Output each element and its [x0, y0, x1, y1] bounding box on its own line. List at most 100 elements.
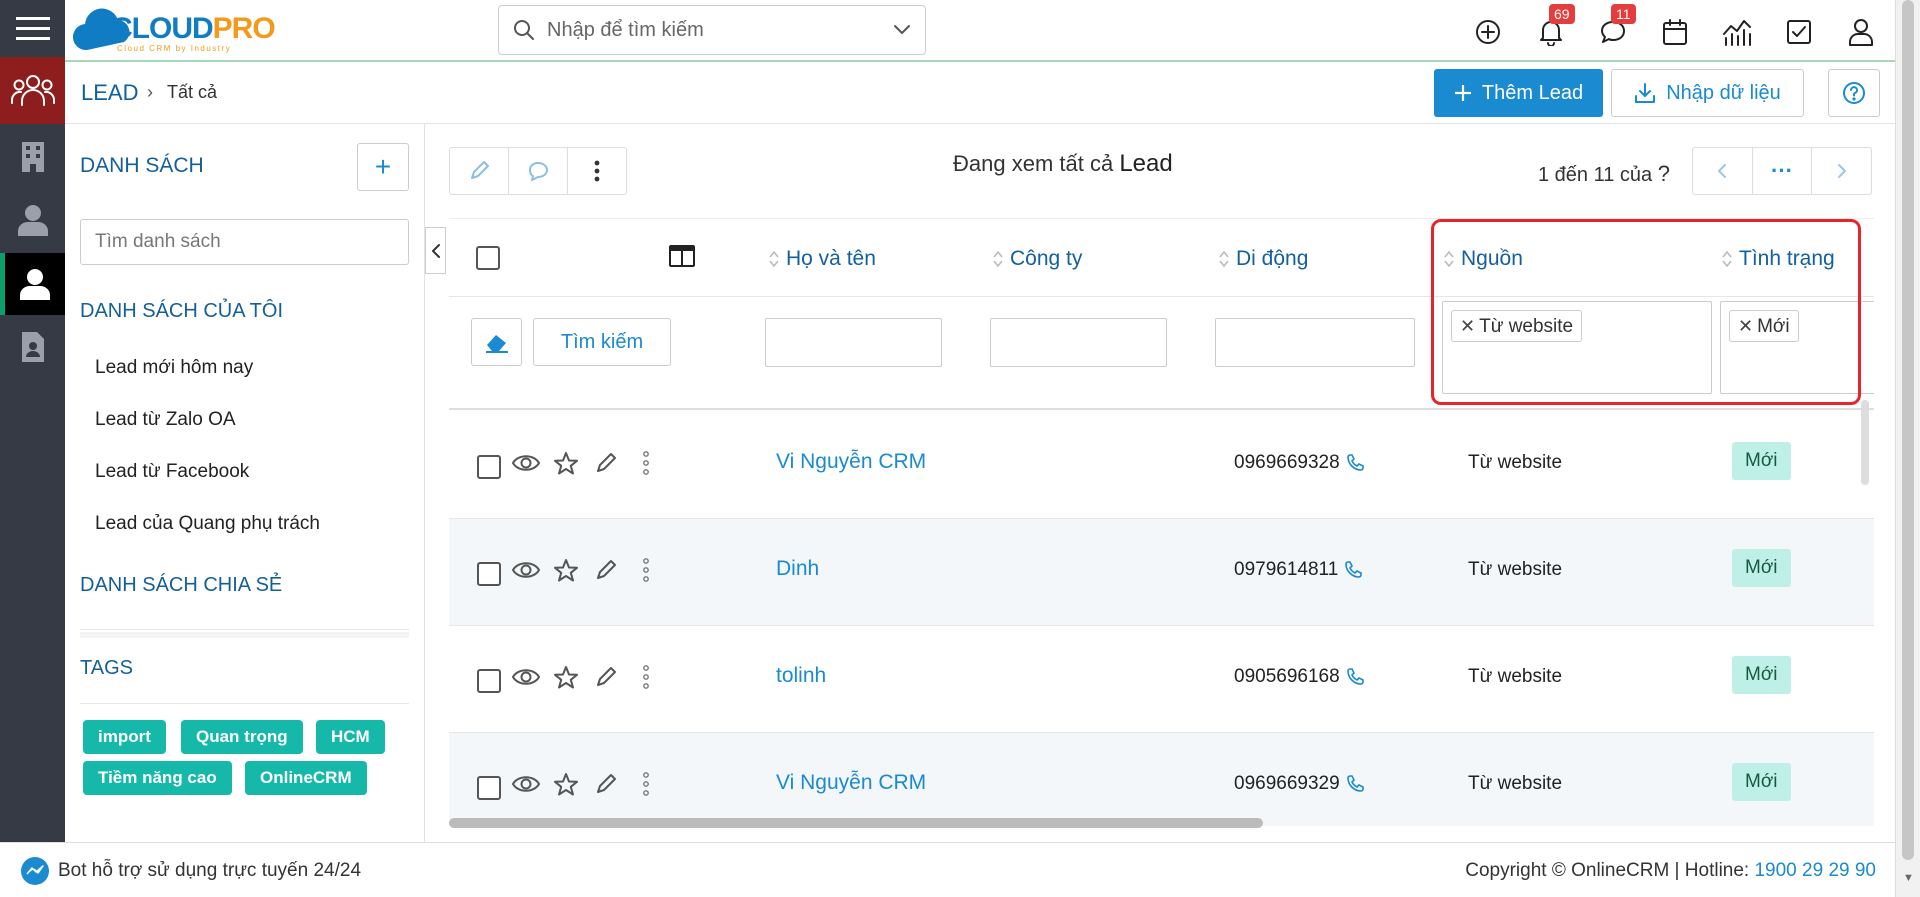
notifications-bell-icon[interactable]: 69	[1531, 4, 1575, 52]
top-bar: CLOUDPRO Cloud CRM by Industry Nhập để t…	[65, 0, 1895, 62]
list-sidebar: DANH SÁCH + DANH SÁCH CỦA TÔI Lead mới h…	[65, 124, 425, 842]
row-menu-icon[interactable]	[643, 772, 649, 796]
row-checkbox[interactable]	[477, 455, 501, 479]
chevron-left-icon	[1718, 164, 1727, 178]
shared-lists-scroll-area[interactable]	[80, 632, 409, 638]
cloudpro-logo[interactable]: CLOUDPRO Cloud CRM by Industry	[73, 6, 313, 53]
tag-pill[interactable]: Quan trọng	[181, 720, 303, 754]
total-count-button[interactable]: ?	[1658, 161, 1670, 186]
edit-pencil-icon[interactable]	[594, 665, 618, 689]
filter-mobile-input[interactable]	[1215, 318, 1415, 367]
user-profile-icon[interactable]	[1841, 12, 1881, 52]
contact-card-icon[interactable]	[0, 322, 65, 372]
status-badge: Mới	[1732, 763, 1791, 801]
leads-module-icon[interactable]	[0, 57, 65, 124]
mass-edit-button[interactable]	[450, 148, 509, 194]
column-layout-icon[interactable]	[669, 245, 695, 267]
more-actions-button[interactable]	[568, 148, 626, 194]
column-header-company[interactable]: Công ty	[992, 247, 1082, 271]
phone-call-icon[interactable]	[1345, 667, 1365, 687]
global-search[interactable]: Nhập để tìm kiếm	[498, 5, 926, 55]
tasks-checkbox-icon[interactable]	[1779, 12, 1819, 52]
pencil-icon	[471, 161, 489, 179]
scrollbar-thumb[interactable]	[1902, 0, 1914, 860]
star-icon[interactable]	[553, 665, 579, 689]
search-filter-button[interactable]: Tìm kiếm	[533, 318, 671, 366]
plus-icon: +	[374, 151, 392, 182]
highlight-annotation	[1431, 219, 1861, 405]
table-vertical-scrollbar[interactable]	[1861, 400, 1869, 485]
organization-icon[interactable]	[0, 132, 65, 182]
scroll-down-arrow-icon[interactable]: ▼	[1903, 872, 1914, 884]
breadcrumb-module[interactable]: LEAD	[81, 80, 138, 106]
import-data-button[interactable]: Nhập dữ liệu	[1611, 69, 1804, 117]
sidebar-item-list[interactable]: Lead từ Zalo OA	[95, 409, 236, 431]
phone-call-icon[interactable]	[1343, 560, 1363, 580]
lead-person-icon[interactable]	[0, 253, 65, 315]
sidebar-item-list[interactable]: Lead của Quang phụ trách	[95, 513, 320, 535]
view-eye-icon[interactable]	[511, 772, 541, 796]
table-row[interactable]: Vi Nguyễn CRM 0969669329 Từ website Mới	[449, 733, 1874, 826]
list-search-input[interactable]	[80, 219, 409, 265]
next-page-button[interactable]	[1812, 148, 1871, 194]
row-checkbox[interactable]	[477, 562, 501, 586]
table-row[interactable]: tolinh 0905696168 Từ website Mới	[449, 626, 1874, 733]
row-menu-icon[interactable]	[643, 665, 649, 689]
mass-comment-button[interactable]	[509, 148, 568, 194]
filter-name-input[interactable]	[765, 318, 942, 367]
column-header-name[interactable]: Họ và tên	[768, 247, 876, 271]
menu-icon[interactable]	[0, 0, 65, 57]
clear-filters-button[interactable]	[471, 318, 522, 366]
edit-pencil-icon[interactable]	[594, 451, 618, 475]
add-lead-button[interactable]: Thêm Lead	[1434, 69, 1603, 117]
support-bot[interactable]: Bot hỗ trợ sử dụng trực tuyến 24/24	[20, 856, 361, 886]
edit-pencil-icon[interactable]	[594, 772, 618, 796]
add-list-button[interactable]: +	[357, 143, 409, 191]
phone-call-icon[interactable]	[1345, 453, 1365, 473]
row-menu-icon[interactable]	[643, 451, 649, 475]
window-scrollbar[interactable]: ▼	[1895, 0, 1920, 897]
star-icon[interactable]	[553, 772, 579, 796]
row-checkbox[interactable]	[477, 669, 501, 693]
phone-call-icon[interactable]	[1345, 774, 1365, 794]
sidebar-item-list[interactable]: Lead từ Facebook	[95, 461, 249, 483]
edit-pencil-icon[interactable]	[594, 558, 618, 582]
scrollbar-thumb[interactable]	[449, 818, 1263, 828]
table-row[interactable]: Dinh 0979614811 Từ website Mới	[449, 519, 1874, 626]
tag-pill[interactable]: HCM	[316, 720, 385, 754]
chevron-down-icon[interactable]	[893, 24, 911, 36]
help-button[interactable]	[1828, 69, 1880, 117]
previous-page-button[interactable]	[1693, 148, 1753, 194]
breadcrumb-bar: LEAD › Tất cả Thêm Lead Nhập dữ liệu	[65, 62, 1895, 124]
filter-company-input[interactable]	[990, 318, 1167, 367]
view-eye-icon[interactable]	[511, 451, 541, 475]
star-icon[interactable]	[553, 558, 579, 582]
add-circle-icon[interactable]	[1468, 12, 1508, 52]
tag-pill[interactable]: import	[83, 720, 166, 754]
column-header-mobile[interactable]: Di động	[1218, 247, 1308, 271]
lead-name-link[interactable]: Vi Nguyễn CRM	[776, 450, 926, 474]
select-all-checkbox[interactable]	[476, 246, 500, 270]
view-eye-icon[interactable]	[511, 558, 541, 582]
table-horizontal-scrollbar[interactable]	[449, 816, 1874, 830]
messages-chat-icon[interactable]: 11	[1593, 4, 1636, 52]
row-menu-icon[interactable]	[643, 558, 649, 582]
view-eye-icon[interactable]	[511, 665, 541, 689]
hotline-link[interactable]: 1900 29 29 90	[1754, 860, 1876, 881]
lead-name-link[interactable]: Dinh	[776, 557, 819, 581]
sidebar-item-list[interactable]: Lead mới hôm nay	[95, 357, 253, 379]
column-label: Họ và tên	[786, 247, 876, 270]
search-input[interactable]: Nhập để tìm kiếm	[547, 19, 893, 42]
contact-icon[interactable]	[0, 195, 65, 245]
tag-pill[interactable]: Tiềm năng cao	[83, 761, 232, 795]
app-window: CLOUDPRO Cloud CRM by Industry Nhập để t…	[0, 0, 1920, 897]
star-icon[interactable]	[553, 451, 579, 475]
row-checkbox[interactable]	[477, 776, 501, 800]
table-row[interactable]: Vi Nguyễn CRM 0969669328 Từ website Mới	[449, 412, 1874, 519]
lead-name-link[interactable]: Vi Nguyễn CRM	[776, 771, 926, 795]
lead-name-link[interactable]: tolinh	[776, 664, 826, 688]
page-jump-button[interactable]: ···	[1753, 148, 1813, 194]
calendar-icon[interactable]	[1655, 12, 1695, 52]
tag-pill[interactable]: OnlineCRM	[245, 761, 367, 795]
reports-chart-icon[interactable]	[1717, 12, 1757, 52]
